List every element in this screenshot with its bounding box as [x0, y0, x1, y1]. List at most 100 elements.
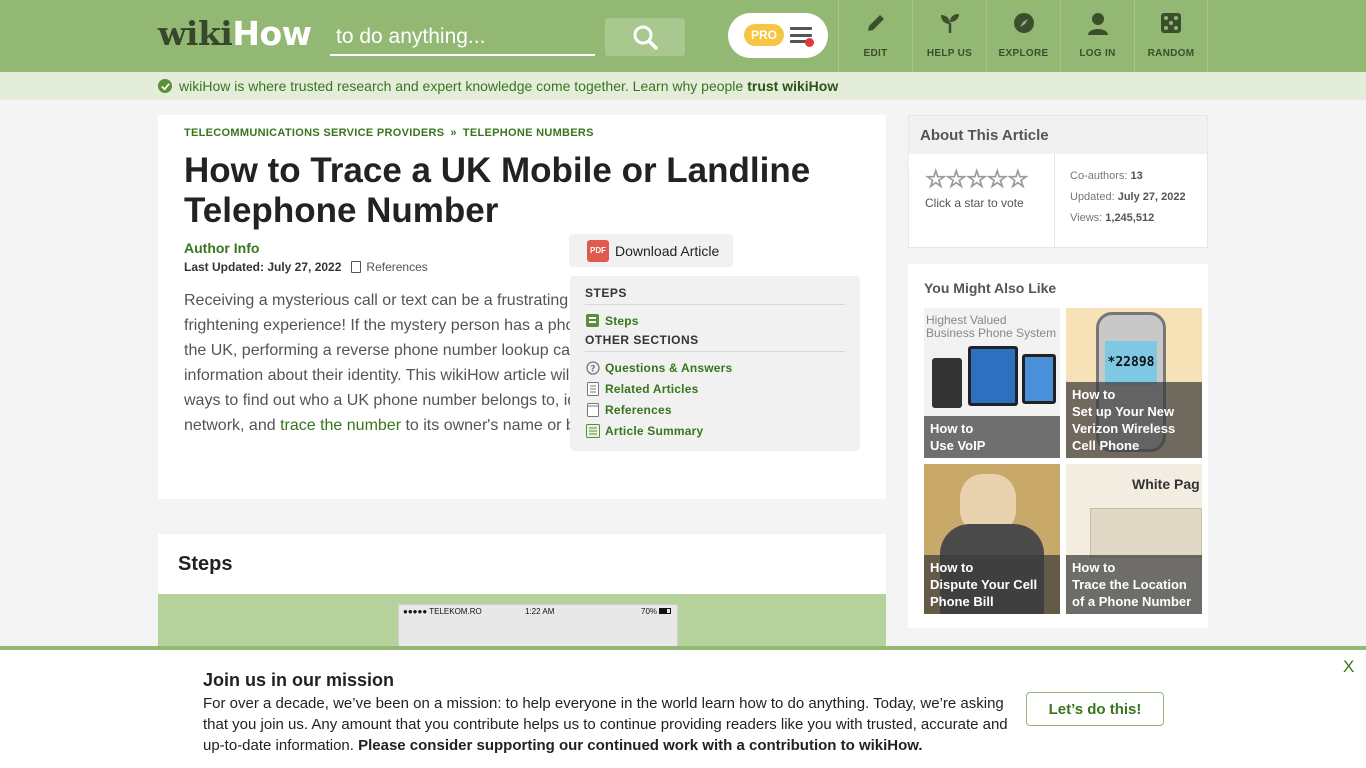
- article-intro-card: TELECOMMUNICATIONS SERVICE PROVIDERS » TEL…: [158, 115, 886, 499]
- summary-icon: [585, 423, 600, 438]
- nav-log-in[interactable]: LOG IN: [1060, 0, 1134, 72]
- top-nav: EDIT HELP US EXPLORE LOG IN RANDOM: [838, 0, 1208, 72]
- phone-time: 1:22 AM: [525, 607, 555, 616]
- breadcrumb-separator: »: [450, 127, 457, 139]
- trust-link[interactable]: trust wikiHow: [747, 78, 838, 94]
- tile-caption-title: Trace the Location of a Phone Number: [1072, 577, 1192, 609]
- star-icon[interactable]: ☆: [966, 167, 988, 192]
- close-banner-button[interactable]: X: [1343, 657, 1354, 677]
- lets-do-this-button[interactable]: Let’s do this!: [1026, 692, 1164, 726]
- breadcrumb-item-telephone-numbers[interactable]: TELEPHONE NUMBERS: [463, 127, 594, 139]
- tile-caption-line1: How to: [1072, 560, 1116, 575]
- phone-screen-text: *22898: [1105, 341, 1157, 385]
- toc-item-references[interactable]: References: [585, 399, 845, 420]
- battery-icon: [659, 608, 671, 614]
- toc-summary-label: Article Summary: [605, 423, 704, 438]
- tablet-image: [968, 346, 1018, 406]
- svg-text:?: ?: [590, 364, 595, 374]
- web-form-image: [1090, 508, 1202, 558]
- coauthors-count[interactable]: 13: [1131, 170, 1143, 182]
- phone-status-bar: ●●●●● TELEKOM.RO 1:22 AM 70%: [399, 605, 679, 619]
- toc-item-summary[interactable]: Article Summary: [585, 420, 845, 441]
- phone-carrier: ●●●●● TELEKOM.RO: [403, 607, 482, 616]
- toc-related-label: Related Articles: [605, 381, 699, 396]
- notification-dot: [805, 38, 814, 47]
- search-button[interactable]: [605, 18, 685, 56]
- views-count: 1,245,512: [1105, 212, 1155, 224]
- site-header: wikiHow PRO EDIT HELP US EXPLORE LOG IN …: [0, 0, 1366, 72]
- related-tile-verizon[interactable]: *22898 How to Set up Your New Verizon Wir…: [1066, 308, 1202, 458]
- check-icon: [158, 79, 172, 93]
- desk-phone-image: [932, 358, 962, 408]
- wikihow-logo[interactable]: wikiHow: [158, 14, 312, 53]
- star-icon[interactable]: ☆: [945, 167, 967, 192]
- mission-body-bold: Please consider supporting our continued…: [358, 737, 923, 754]
- references-icon: [351, 261, 362, 273]
- trust-bar: wikiHow is where trusted research and ex…: [0, 72, 1366, 100]
- toc-references-label: References: [605, 402, 672, 417]
- references-link[interactable]: References: [366, 260, 427, 274]
- search-icon: [633, 25, 658, 50]
- star-icon[interactable]: ☆: [1007, 167, 1029, 192]
- white-pages-text: White Pag: [1132, 476, 1200, 492]
- star-rating[interactable]: ☆ ☆ ☆ ☆ ☆: [925, 167, 1030, 192]
- download-article-button[interactable]: PDF Download Article: [569, 234, 733, 267]
- related-articles-box: You Might Also Like Highest Valued Busin…: [908, 264, 1208, 628]
- nav-explore[interactable]: EXPLORE: [986, 0, 1060, 72]
- about-article-box: About This Article ☆ ☆ ☆ ☆ ☆ Click a sta…: [902, 115, 1208, 248]
- nav-edit[interactable]: EDIT: [838, 0, 912, 72]
- tile-image-caption: Highest Valued Business Phone System: [926, 313, 1057, 340]
- page-icon: [586, 402, 599, 417]
- related-tile-voip[interactable]: Highest Valued Business Phone System How…: [924, 308, 1060, 458]
- star-icon[interactable]: ☆: [925, 167, 947, 192]
- sprout-icon: [940, 14, 959, 33]
- user-icon: [1087, 13, 1108, 35]
- toc-other-heading: OTHER SECTIONS: [585, 333, 845, 352]
- logo-how: How: [232, 14, 312, 53]
- last-updated: Last Updated: July 27, 2022 References: [184, 260, 428, 274]
- toc-item-related[interactable]: Related Articles: [585, 378, 845, 399]
- question-icon: ?: [585, 360, 600, 375]
- mission-title: Join us in our mission: [203, 670, 395, 690]
- related-tile-trace-location[interactable]: White Pag How to Trace the Location of a …: [1066, 464, 1202, 614]
- tile-caption-title: Dispute Your Cell Phone Bill: [930, 577, 1038, 609]
- views-label: Views:: [1070, 212, 1103, 224]
- tile-caption-line1: How to: [930, 421, 974, 436]
- document-icon: [586, 381, 599, 396]
- tile-caption-line1: How to: [930, 560, 974, 575]
- about-heading: About This Article: [909, 116, 1207, 154]
- pro-menu-button[interactable]: PRO: [728, 13, 828, 58]
- tile-caption-line1: How to: [1072, 387, 1116, 402]
- updated-date: July 27, 2022: [1117, 191, 1186, 203]
- nav-edit-label: EDIT: [863, 48, 888, 59]
- nav-help-us[interactable]: HELP US: [912, 0, 986, 72]
- mission-body: For over a decade, we’ve been on a missi…: [203, 693, 1013, 756]
- related-tile-dispute[interactable]: How to Dispute Your Cell Phone Bill: [924, 464, 1060, 614]
- nav-login-label: LOG IN: [1079, 48, 1116, 59]
- related-heading: You Might Also Like: [924, 280, 1057, 296]
- author-info-link[interactable]: Author Info: [184, 240, 259, 256]
- search-input[interactable]: [330, 20, 595, 56]
- trust-text: wikiHow is where trusted research and ex…: [179, 78, 744, 94]
- list-icon: [586, 314, 599, 327]
- nav-random[interactable]: RANDOM: [1134, 0, 1208, 72]
- updated-label: Updated:: [1070, 191, 1115, 203]
- tile-caption-title: Set up Your New Verizon Wireless Cell Ph…: [1072, 404, 1176, 453]
- pro-badge: PRO: [744, 24, 784, 46]
- phone-battery: 70%: [641, 607, 658, 616]
- monitor-image: [1022, 354, 1056, 404]
- intro-link-trace[interactable]: trace the number: [280, 417, 401, 434]
- breadcrumb-item-telecom[interactable]: TELECOMMUNICATIONS SERVICE PROVIDERS: [184, 127, 444, 139]
- page-title: How to Trace a UK Mobile or Landline Tel…: [184, 151, 811, 230]
- star-icon[interactable]: ☆: [986, 167, 1008, 192]
- nav-explore-label: EXPLORE: [998, 48, 1049, 59]
- toc-item-questions[interactable]: ? Questions & Answers: [585, 357, 845, 378]
- toc-steps-heading: STEPS: [585, 286, 845, 305]
- table-of-contents: STEPS Steps OTHER SECTIONS ? Questions &…: [570, 276, 860, 451]
- logo-wiki: wiki: [158, 14, 233, 53]
- toc-item-steps[interactable]: Steps: [585, 310, 845, 331]
- toc-questions-label: Questions & Answers: [605, 360, 733, 375]
- last-updated-text: Last Updated: July 27, 2022: [184, 260, 342, 274]
- vote-hint: Click a star to vote: [925, 196, 1024, 210]
- toc-steps-label: Steps: [605, 313, 639, 328]
